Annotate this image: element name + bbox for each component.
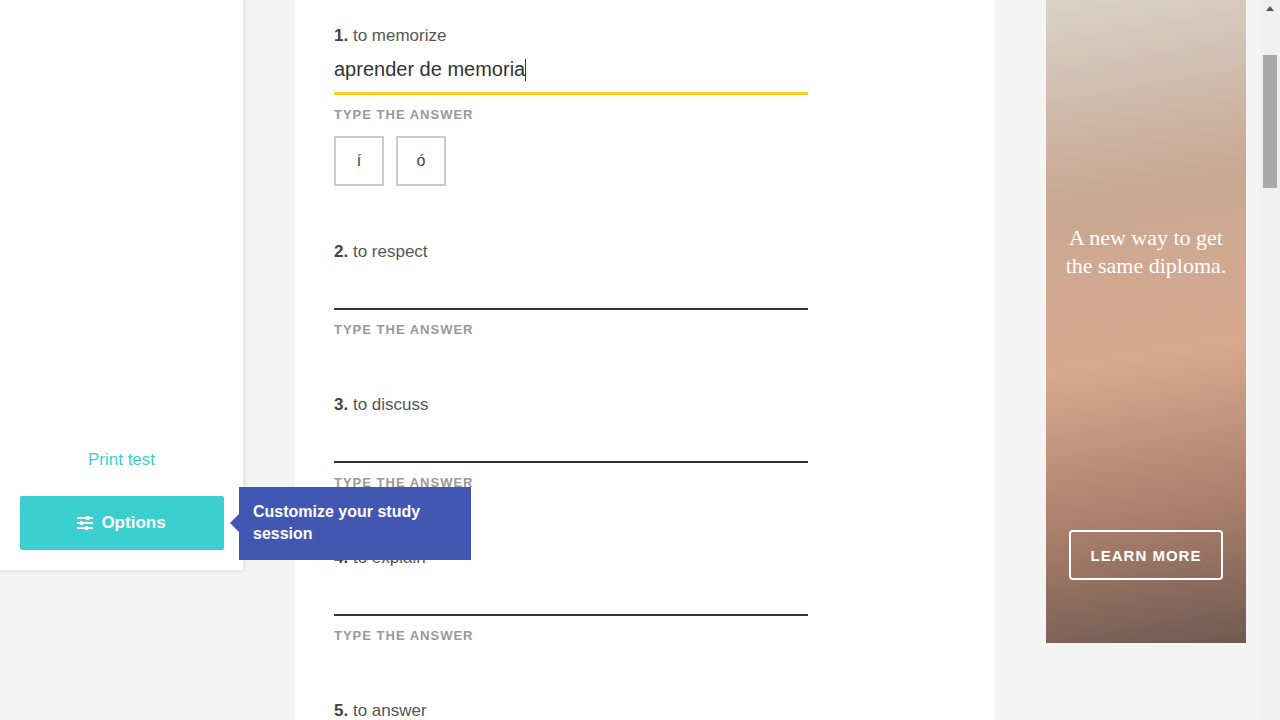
- question-prompt: 2. to respect: [334, 241, 808, 263]
- question-prompt: 3. to discuss: [334, 394, 808, 416]
- answer-field[interactable]: [334, 416, 808, 463]
- scroll-thumb[interactable]: [1263, 55, 1277, 188]
- question: 4. to explainTYPE THE ANSWER: [334, 547, 808, 644]
- options-tooltip: Customize your study session: [239, 487, 471, 560]
- left-column: Print test Options: [0, 0, 295, 720]
- answer-hint: TYPE THE ANSWER: [334, 628, 808, 644]
- ad-banner[interactable]: A new way to get the same diploma. LEARN …: [1046, 0, 1246, 643]
- ad-headline: A new way to get the same diploma.: [1056, 224, 1236, 280]
- accent-button[interactable]: í: [334, 136, 384, 186]
- answer-field[interactable]: [334, 569, 808, 616]
- scroll-up-icon[interactable]: [1266, 6, 1274, 11]
- accent-buttons: íó: [334, 136, 808, 186]
- options-button[interactable]: Options: [20, 496, 224, 550]
- question: 5. to answerTYPE THE ANSWER: [334, 700, 808, 720]
- answer-hint: TYPE THE ANSWER: [334, 107, 808, 123]
- sidebar: Print test Options: [0, 0, 243, 570]
- study-page: Print test Options 1. to memorizeaprender …: [0, 0, 1280, 720]
- question: 2. to respect TYPE THE ANSWER: [334, 241, 808, 338]
- scroll-track: [1260, 11, 1280, 720]
- tooltip-arrow-icon: [230, 514, 239, 532]
- question: 3. to discussTYPE THE ANSWER: [334, 394, 808, 491]
- print-test-link[interactable]: Print test: [88, 449, 155, 471]
- answer-field[interactable]: [334, 263, 808, 310]
- test-panel: 1. to memorizeaprender de memoria TYPE TH…: [295, 0, 995, 720]
- answer-hint: TYPE THE ANSWER: [334, 322, 808, 338]
- question-prompt: 5. to answer: [334, 700, 808, 720]
- question: 1. to memorizeaprender de memoria TYPE TH…: [334, 25, 808, 186]
- ad-learn-more-button[interactable]: LEARN MORE: [1069, 530, 1224, 580]
- question-prompt: 1. to memorize: [334, 25, 808, 47]
- answer-field[interactable]: aprender de memoria: [334, 47, 808, 95]
- sliders-icon: [77, 516, 93, 530]
- accent-button[interactable]: ó: [396, 136, 446, 186]
- scrollbar[interactable]: [1260, 0, 1280, 720]
